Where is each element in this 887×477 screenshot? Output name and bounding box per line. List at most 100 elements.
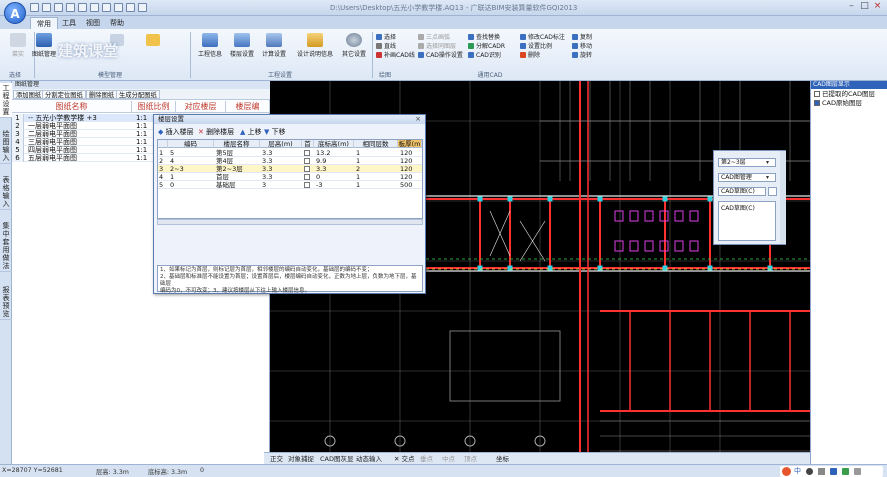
copy-tool[interactable]: 复制 [572, 33, 592, 42]
cad-sketch-select[interactable]: CAD草图(C) [718, 187, 766, 196]
cell-n[interactable]: 1 [159, 149, 163, 157]
cell-n[interactable]: 5 [159, 181, 163, 189]
cell-thick[interactable]: 120 [400, 173, 412, 181]
tab-help[interactable]: 帮助 [104, 17, 130, 29]
cell-same[interactable]: 1 [356, 181, 360, 189]
chevron-down-icon[interactable]: ▾ [766, 159, 769, 166]
cell-code[interactable]: 1 [170, 173, 174, 181]
toggle-dynamic-input[interactable]: 动态输入 [356, 454, 382, 464]
dialog-hscrollbar[interactable] [157, 219, 423, 225]
snap-midpoint[interactable]: 中点 [442, 454, 455, 464]
cell-same[interactable]: 1 [356, 157, 360, 165]
project-info-button[interactable]: 工程信息 [192, 33, 228, 69]
modify-cad-label-tool[interactable]: 修改CAD标注 [520, 33, 565, 42]
vtab-project-settings[interactable]: 工程设置 [0, 83, 12, 118]
col-base-elevation[interactable]: 底标高(m) [314, 140, 354, 148]
redo-icon[interactable] [78, 3, 87, 12]
col-drawing-scale[interactable]: 图纸比例 [132, 101, 176, 113]
cell-code[interactable]: 4 [170, 157, 174, 165]
select-layer-tool[interactable]: 选择同图层 [418, 42, 463, 51]
settings-icon[interactable] [138, 3, 147, 12]
delete-tool[interactable]: 删除 [520, 51, 565, 60]
cell-name[interactable]: 第4层 [216, 157, 233, 165]
col-first-floor[interactable]: 首 [302, 140, 314, 148]
print-icon[interactable] [90, 3, 99, 12]
vtab-report-preview[interactable]: 报表预览 [0, 285, 12, 320]
cell-base[interactable]: 3.3 [316, 165, 326, 173]
first-floor-checkbox[interactable] [304, 158, 310, 164]
checkbox-icon[interactable] [814, 91, 820, 97]
tab-common[interactable]: 常用 [30, 17, 58, 29]
cell-height[interactable]: 3.3 [262, 149, 272, 157]
floor-settings-button[interactable]: 楼层设置 [224, 33, 260, 69]
delete-floor-button[interactable]: ✕ 删除楼层 [198, 127, 234, 137]
cell-thick[interactable]: 120 [400, 157, 412, 165]
table-row[interactable]: 2 4 第4层 3.3 9.9 1 120 [158, 157, 422, 165]
arc-tool[interactable]: 三点画弧 [418, 33, 463, 42]
table-row[interactable]: 3 2~3 第2~3层 3.3 3.3 2 120 [158, 165, 422, 173]
cell-height[interactable]: 3.3 [262, 157, 272, 165]
cell-name[interactable]: 首层 [216, 173, 229, 181]
cell-code[interactable]: 2~3 [170, 165, 184, 173]
snap-endpoint[interactable]: 顶点 [464, 454, 477, 464]
cell-same[interactable]: 2 [356, 165, 360, 173]
tab-tools[interactable]: 工具 [56, 17, 82, 29]
col-slab-thickness[interactable]: 板厚(m [398, 140, 422, 148]
toggle-osnap[interactable]: 对象捕捉 [288, 454, 314, 464]
open-file-icon[interactable] [42, 3, 51, 12]
table-row[interactable]: 1 5 第5层 3.3 13.2 1 120 [158, 149, 422, 157]
move-up-button[interactable]: ▲ 上移 [240, 127, 262, 137]
generate-drawing-button[interactable]: 生成分配图纸 [116, 90, 160, 99]
maximize-icon[interactable]: □ [858, 1, 871, 13]
cell-same[interactable]: 1 [356, 173, 360, 181]
save-icon[interactable] [54, 3, 63, 12]
col-floor-height[interactable]: 层高(m) [260, 140, 302, 148]
snap-perpendicular[interactable]: 垂点 [420, 454, 433, 464]
undo-icon[interactable] [66, 3, 75, 12]
ime-toolbar[interactable]: 中 [780, 466, 883, 477]
first-floor-checkbox[interactable] [304, 150, 310, 156]
snap-intersection[interactable]: ✕ 交点 [394, 454, 415, 464]
drawing-manage-button[interactable]: 图纸管理 [26, 33, 62, 69]
cell-n[interactable]: 4 [159, 173, 163, 181]
toggle-coordinates[interactable]: 坐标 [496, 454, 509, 464]
vtab-apply-method[interactable]: 集中套用做法 [0, 221, 12, 272]
toggle-cad-gray[interactable]: CAD图灰显 [320, 454, 354, 464]
explode-cad-tool[interactable]: 分解CADR [468, 42, 505, 51]
set-scale-tool[interactable]: 设置比例 [520, 42, 565, 51]
first-floor-checkbox[interactable] [304, 174, 310, 180]
first-floor-checkbox[interactable] [304, 166, 310, 172]
checkbox-checked-icon[interactable] [814, 100, 820, 106]
add-cad-line-tool[interactable]: 补画CAD线 [376, 51, 415, 60]
chevron-down-icon[interactable]: ▾ [766, 174, 769, 181]
browse-icon[interactable] [768, 187, 777, 196]
cell-thick[interactable]: 500 [400, 181, 412, 189]
cell-base[interactable]: -3 [316, 181, 322, 189]
col-code[interactable]: 编码 [168, 140, 214, 148]
cell-code[interactable]: 0 [170, 181, 174, 189]
split-drawing-button[interactable]: 分割定位图纸 [42, 90, 86, 99]
cell-base[interactable]: 0 [316, 173, 320, 181]
first-floor-checkbox[interactable] [304, 182, 310, 188]
cell-height[interactable]: 3 [262, 181, 266, 189]
float-window-scrollbar[interactable] [780, 151, 786, 244]
find-replace-tool[interactable]: 查找替换 [468, 33, 505, 42]
vtab-draw-input[interactable]: 绘图输入 [0, 129, 12, 164]
insert-floor-button[interactable]: ◆ 插入楼层 [158, 127, 194, 137]
cell-name[interactable]: 第5层 [216, 149, 233, 157]
new-file-icon[interactable] [30, 3, 39, 12]
col-floor[interactable]: 对应楼层 [176, 101, 226, 113]
cell-name[interactable]: 基础层 [216, 181, 236, 189]
layer-original[interactable]: CAD原始图层 [814, 99, 862, 107]
cad-sketch-list-item[interactable]: CAD草图(C) [719, 202, 775, 213]
table-row[interactable]: 5 0 基础层 3 -3 1 500 [158, 181, 422, 189]
cell-thick[interactable]: 120 [400, 165, 412, 173]
col-floor-name[interactable]: 楼层名称 [214, 140, 260, 148]
cell-thick[interactable]: 120 [400, 149, 412, 157]
minimize-icon[interactable]: – [845, 1, 858, 13]
folder-icon[interactable] [146, 34, 160, 46]
cad-recognize-tool[interactable]: CAD识别 [468, 51, 505, 60]
tab-view[interactable]: 视图 [80, 17, 106, 29]
cell-n[interactable]: 3 [159, 165, 163, 173]
table-row[interactable]: 4 1 首层 3.3 0 1 120 [158, 173, 422, 181]
